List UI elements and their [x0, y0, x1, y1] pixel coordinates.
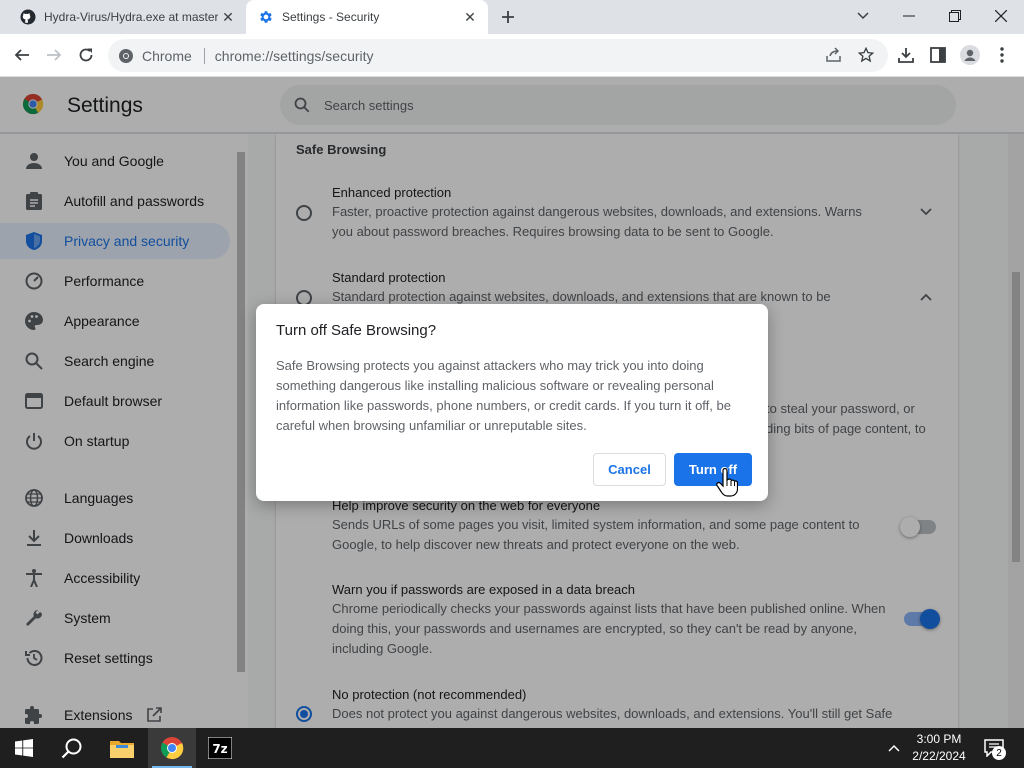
tab-settings-security[interactable]: Settings - Security ✕ [246, 0, 488, 34]
new-tab-button[interactable] [496, 5, 520, 29]
turn-off-button[interactable]: Turn off [674, 453, 752, 486]
omnibox-divider [203, 47, 205, 64]
download-icon[interactable] [892, 41, 920, 69]
address-bar[interactable]: Chrome chrome://settings/security [108, 39, 888, 72]
close-tab-icon[interactable]: ✕ [218, 7, 238, 27]
menu-kebab-icon[interactable] [988, 41, 1016, 69]
minimize-button[interactable] [886, 0, 932, 32]
url-text: chrome://settings/security [214, 47, 374, 64]
file-explorer-icon[interactable] [98, 728, 146, 768]
dialog-title: Turn off Safe Browsing? [276, 322, 437, 339]
hand-cursor-icon [716, 468, 738, 497]
gear-icon [258, 9, 274, 25]
tab-github[interactable]: Hydra-Virus/Hydra.exe at master ✕ [8, 0, 246, 34]
share-icon[interactable] [820, 41, 848, 69]
dialog-body: Safe Browsing protects you against attac… [276, 358, 731, 433]
tab-strip: Hydra-Virus/Hydra.exe at master ✕ Settin… [0, 0, 1024, 34]
close-tab-icon[interactable]: ✕ [460, 7, 480, 27]
cancel-button[interactable]: Cancel [593, 453, 666, 486]
side-panel-icon[interactable] [924, 41, 952, 69]
site-chip-label: Chrome [142, 47, 192, 64]
chrome-icon[interactable] [148, 728, 196, 768]
taskbar-clock[interactable]: 3:00 PM 2/22/2024 [906, 731, 972, 765]
github-icon [20, 9, 36, 25]
profile-avatar-icon[interactable] [956, 41, 984, 69]
clock-date: 2/22/2024 [912, 749, 966, 763]
turn-off-safe-browsing-dialog: Turn off Safe Browsing? Safe Browsing pr… [256, 304, 768, 501]
clock-time: 3:00 PM [916, 732, 962, 746]
svg-text:7z: 7z [212, 742, 227, 756]
restore-button[interactable] [932, 0, 978, 32]
search-icon[interactable] [48, 728, 96, 768]
tab-title: Settings - Security [282, 10, 380, 24]
forward-arrow-icon[interactable] [40, 41, 68, 69]
chrome-site-icon [118, 48, 134, 64]
7zip-icon[interactable]: 7z [196, 728, 244, 768]
close-window-button[interactable] [978, 0, 1024, 32]
tab-search-chevron-icon[interactable] [840, 0, 886, 32]
back-arrow-icon[interactable] [8, 41, 36, 69]
windows-taskbar: 7z 3:00 PM 2/22/2024 2 [0, 728, 1024, 768]
start-icon[interactable] [0, 728, 48, 768]
reload-icon[interactable] [72, 41, 100, 69]
notification-center-icon[interactable]: 2 [980, 736, 1008, 760]
tab-title: Hydra-Virus/Hydra.exe at master [44, 10, 218, 24]
bookmark-star-icon[interactable] [852, 41, 880, 69]
chevron-up-icon[interactable] [884, 738, 904, 758]
notification-badge: 2 [992, 746, 1006, 760]
browser-toolbar: Chrome chrome://settings/security [0, 34, 1024, 77]
